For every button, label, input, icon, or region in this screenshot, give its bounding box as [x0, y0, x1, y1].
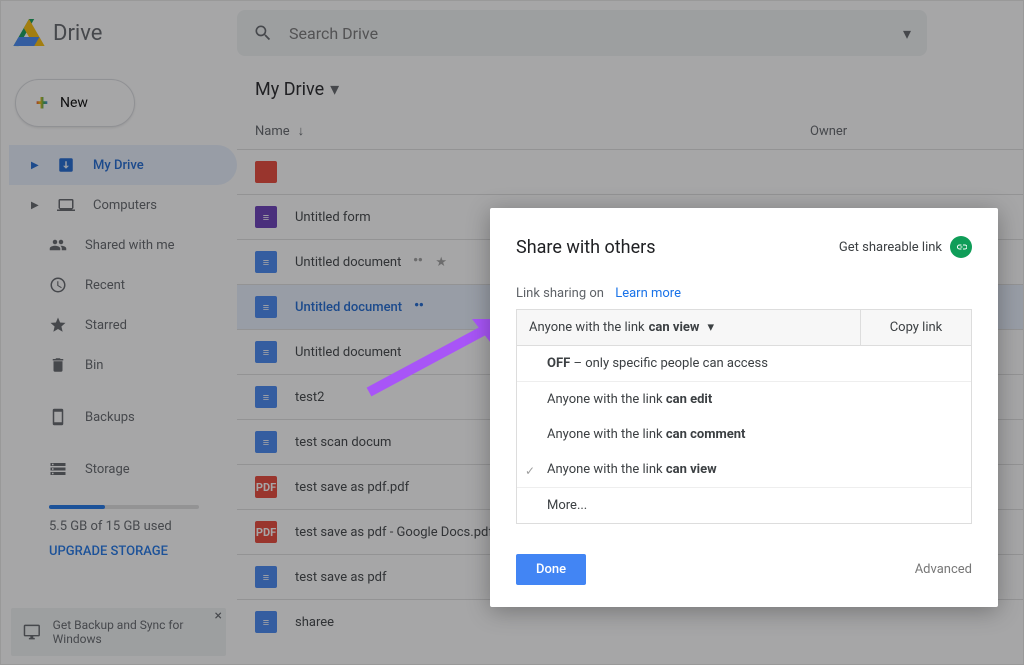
option-off[interactable]: OFF – only specific people can access: [517, 346, 971, 382]
permission-dropdown[interactable]: Anyone with the link can view ▾: [517, 310, 861, 345]
option-prefix: Anyone with the link: [547, 462, 666, 477]
link-sharing-status: Link sharing on: [516, 286, 604, 301]
option-can-view[interactable]: ✓ Anyone with the link can view: [517, 452, 971, 487]
copy-link-button[interactable]: Copy link: [861, 310, 971, 345]
share-dialog: Share with others Get shareable link Lin…: [490, 208, 998, 607]
option-more[interactable]: More...: [517, 487, 971, 523]
option-can-edit[interactable]: Anyone with the link can edit: [517, 382, 971, 417]
learn-more-link[interactable]: Learn more: [615, 286, 681, 301]
option-prefix: Anyone with the link: [547, 392, 666, 407]
option-prefix: Anyone with the link: [547, 427, 666, 442]
option-perm: can edit: [666, 392, 712, 407]
option-perm: can view: [666, 462, 717, 477]
permission-prefix: Anyone with the link: [529, 320, 645, 335]
option-off-rest: – only specific people can access: [570, 356, 768, 371]
dialog-title: Share with others: [516, 237, 656, 258]
option-off-bold: OFF: [547, 356, 570, 371]
link-icon: [950, 236, 972, 258]
get-link-label: Get shareable link: [839, 240, 942, 255]
option-perm: can comment: [666, 427, 746, 442]
checkmark-icon: ✓: [525, 464, 535, 478]
done-button[interactable]: Done: [516, 554, 586, 585]
option-can-comment[interactable]: Anyone with the link can comment: [517, 417, 971, 452]
advanced-link[interactable]: Advanced: [915, 562, 972, 577]
permission-value: can view: [649, 320, 700, 335]
chevron-down-icon: ▾: [707, 320, 714, 335]
get-shareable-link[interactable]: Get shareable link: [839, 236, 972, 258]
